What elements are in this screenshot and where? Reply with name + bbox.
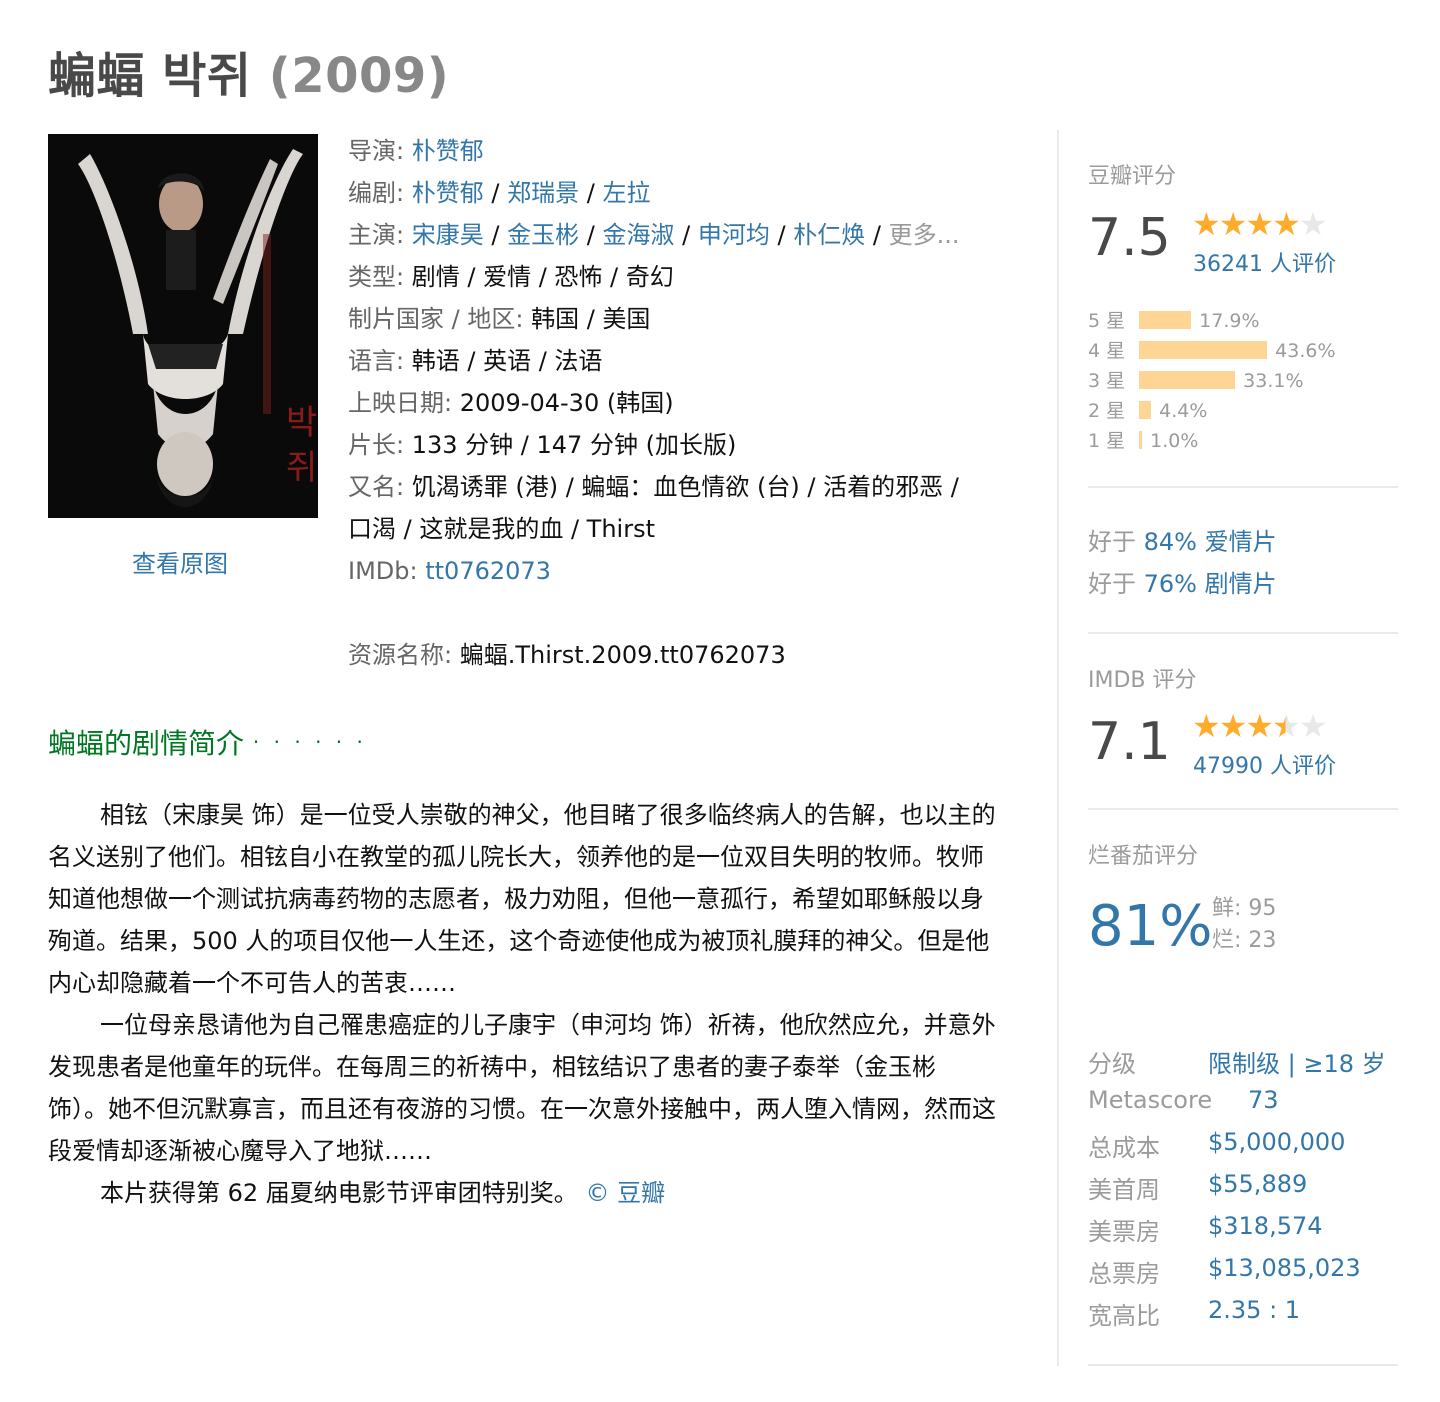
info-language: 语言: 韩语 / 英语 / 法语	[348, 347, 603, 375]
synopsis-paragraph: 相铉（宋康昊 饰）是一位受人崇敬的神父，他目睹了很多临终病人的告解，也以主的名义…	[48, 801, 996, 997]
detail-metascore: Metascore 73	[1088, 1086, 1279, 1114]
movie-name: 蝙蝠 박쥐	[48, 48, 252, 104]
writer-link[interactable]: 朴赞郁	[412, 179, 484, 207]
release-value: 2009-04-30 (韩国)	[459, 389, 674, 417]
runtime-value: 133 分钟 / 147 分钟 (加长版)	[411, 431, 737, 459]
divider	[1088, 808, 1398, 810]
rating-dist-2[interactable]: 2 星 4.4%	[1088, 396, 1207, 423]
detail-value: 73	[1248, 1086, 1279, 1114]
douban-rating-label: 豆瓣评分	[1088, 164, 1177, 189]
genre-value: 剧情 / 爱情 / 恐怖 / 奇幻	[411, 263, 674, 291]
synopsis-paragraph: 本片获得第 62 届夏纳电影节评审团特别奖。 © 豆瓣	[100, 1179, 666, 1207]
detail-value: $318,574	[1208, 1212, 1323, 1240]
divider	[1088, 486, 1398, 488]
detail-value: $55,889	[1208, 1170, 1308, 1198]
detail-budget: 总成本 $5,000,000	[1088, 1128, 1346, 1162]
douban-votes-link[interactable]: 36241 人评价	[1193, 246, 1336, 278]
svg-text:쥐: 쥐	[286, 448, 317, 488]
info-director: 导演: 朴赞郁	[348, 137, 484, 165]
better-than-drama: 好于 76% 剧情片	[1088, 570, 1277, 598]
imdb-stars-icon: ★★★★★	[1192, 707, 1327, 745]
cast-link[interactable]: 金海淑	[602, 221, 674, 249]
info-cast: 主演: 宋康昊 / 金玉彬 / 金海淑 / 申河均 / 朴仁焕 / 更多...	[348, 221, 960, 249]
language-value: 韩语 / 英语 / 法语	[411, 347, 603, 375]
detail-rating: 分级 限制级 | ≥18 岁	[1088, 1044, 1386, 1079]
detail-us-opening: 美首周 $55,889	[1088, 1170, 1308, 1204]
info-imdb: IMDb: tt0762073	[348, 557, 551, 585]
cast-link[interactable]: 朴仁焕	[793, 221, 865, 249]
synopsis-heading: 蝙蝠的剧情简介 · · · · · ·	[48, 727, 367, 760]
detail-value-link[interactable]: 限制级 | ≥18 岁	[1208, 1044, 1386, 1079]
detail-aspect-ratio: 宽高比 2.35 : 1	[1088, 1296, 1301, 1330]
director-link[interactable]: 朴赞郁	[412, 137, 484, 165]
info-genre: 类型: 剧情 / 爱情 / 恐怖 / 奇幻	[348, 263, 674, 291]
info-aka: 又名: 饥渴诱罪 (港) / 蝙蝠：血色情欲 (台) / 活着的邪恶 /	[348, 473, 959, 501]
better-than-link[interactable]: 76% 剧情片	[1144, 570, 1277, 598]
divider	[1088, 1364, 1398, 1366]
aka-value-line1: 饥渴诱罪 (港) / 蝙蝠：血色情欲 (台) / 活着的邪恶 /	[411, 473, 959, 501]
info-release: 上映日期: 2009-04-30 (韩国)	[348, 389, 674, 417]
douban-stars-icon: ★★★★★	[1192, 205, 1327, 243]
tomato-score: 81%	[1088, 894, 1213, 959]
imdb-votes-link[interactable]: 47990 人评价	[1193, 748, 1336, 780]
better-than-link[interactable]: 84% 爱情片	[1144, 528, 1277, 556]
detail-us-gross: 美票房 $318,574	[1088, 1212, 1323, 1246]
movie-year: (2009)	[268, 48, 450, 104]
poster-image: 박 쥐	[48, 134, 318, 518]
cast-link[interactable]: 宋康昊	[412, 221, 484, 249]
movie-info: 导演: 朴赞郁 编剧: 朴赞郁 / 郑瑞景 / 左拉 主演: 宋康昊 / 金玉彬…	[348, 130, 1008, 676]
divider	[1088, 632, 1398, 634]
douban-credit-link[interactable]: © 豆瓣	[585, 1179, 665, 1207]
detail-value: 2.35 : 1	[1208, 1296, 1301, 1324]
info-writers: 编剧: 朴赞郁 / 郑瑞景 / 左拉	[348, 179, 651, 207]
cast-link[interactable]: 申河均	[698, 221, 770, 249]
poster-title-text: 박	[286, 403, 317, 443]
rating-dist-5[interactable]: 5 星 17.9%	[1088, 306, 1260, 333]
info-runtime: 片长: 133 分钟 / 147 分钟 (加长版)	[348, 431, 737, 459]
rating-dist-3[interactable]: 3 星 33.1%	[1088, 366, 1304, 393]
rating-dist-4[interactable]: 4 星 43.6%	[1088, 336, 1336, 363]
detail-value: $13,085,023	[1208, 1254, 1361, 1282]
imdb-rating-label: IMDB 评分	[1088, 668, 1197, 693]
douban-score: 7.5	[1088, 208, 1171, 268]
imdb-link[interactable]: tt0762073	[425, 557, 551, 585]
page-title: 蝙蝠 박쥐 (2009)	[48, 36, 449, 106]
synopsis-dots: · · · · · ·	[252, 730, 367, 754]
view-original-link[interactable]: 查看原图	[132, 544, 228, 579]
imdb-score: 7.1	[1088, 712, 1171, 772]
synopsis-paragraph: 一位母亲恳请他为自己罹患癌症的儿子康宇（申河均 饰）祈祷，他欣然应允，并意外发现…	[48, 1011, 996, 1165]
synopsis-text: 相铉（宋康昊 饰）是一位受人崇敬的神父，他目睹了很多临终病人的告解，也以主的名义…	[48, 794, 996, 1214]
info-country: 制片国家 / 地区: 韩国 / 美国	[348, 305, 651, 333]
tomato-rating-label: 烂番茄评分	[1088, 844, 1199, 869]
movie-poster[interactable]: 박 쥐	[48, 134, 318, 518]
sidebar-divider	[1057, 130, 1059, 1366]
writer-link[interactable]: 郑瑞景	[507, 179, 579, 207]
cast-link[interactable]: 金玉彬	[507, 221, 579, 249]
info-resource: 资源名称: 蝙蝠.Thirst.2009.tt0762073	[348, 641, 786, 669]
better-than-romance: 好于 84% 爱情片	[1088, 528, 1277, 556]
writer-link[interactable]: 左拉	[602, 179, 650, 207]
tomato-fresh: 鲜: 95	[1212, 896, 1277, 921]
rating-dist-1[interactable]: 1 星 1.0%	[1088, 426, 1198, 453]
cast-more-link[interactable]: 更多...	[889, 221, 960, 249]
detail-world-gross: 总票房 $13,085,023	[1088, 1254, 1361, 1288]
resource-value: 蝙蝠.Thirst.2009.tt0762073	[459, 641, 786, 669]
tomato-rotten: 烂: 23	[1212, 928, 1277, 953]
country-value: 韩国 / 美国	[531, 305, 651, 333]
info-aka-cont: 口渴 / 这就是我的血 / Thirst	[348, 508, 1008, 550]
aka-value-line2: 口渴 / 这就是我的血 / Thirst	[348, 515, 656, 543]
detail-value: $5,000,000	[1208, 1128, 1346, 1156]
